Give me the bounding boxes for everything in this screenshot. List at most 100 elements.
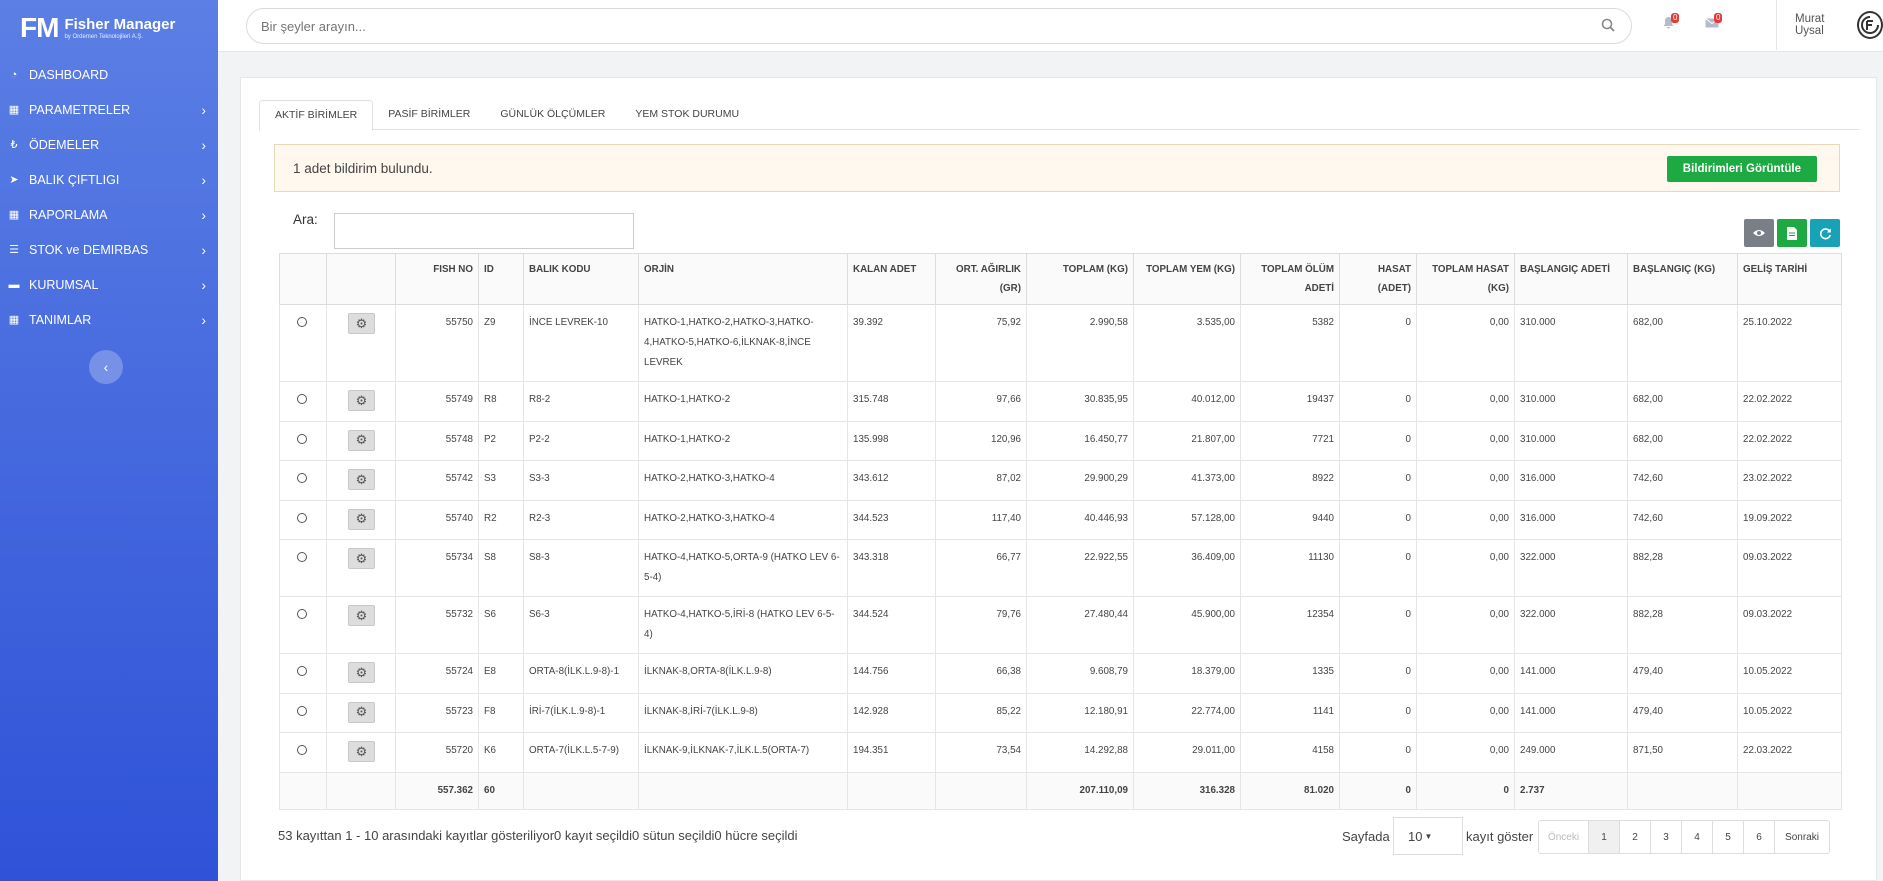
table-cell: 0,00 <box>1416 381 1515 422</box>
row-select-radio[interactable] <box>297 433 307 444</box>
sidebar-item-stok-ve-demirbas[interactable]: ☰ STOK ve DEMIRBAS › <box>0 232 218 267</box>
chevron-right-icon: › <box>201 241 206 258</box>
view-notifications-button[interactable]: Bildirimleri Görüntüle <box>1666 156 1817 182</box>
table-cell: 16.450,77 <box>1026 420 1134 461</box>
gear-icon[interactable]: ⚙ <box>348 741 375 762</box>
table-cell: 316.000 <box>1514 499 1628 540</box>
tab-2[interactable]: GÜNLÜK ÖLÇÜMLER <box>485 100 620 129</box>
column-header[interactable]: FISH NO <box>395 253 479 305</box>
gear-icon[interactable]: ⚙ <box>348 313 375 334</box>
column-header[interactable]: BALIK KODU <box>523 253 639 305</box>
table-cell: 0 <box>1339 692 1417 733</box>
gear-icon[interactable]: ⚙ <box>348 701 375 723</box>
table-cell: 343.318 <box>847 539 936 597</box>
tab-1[interactable]: PASİF BİRİMLER <box>373 100 485 129</box>
table-search-input[interactable] <box>334 213 634 249</box>
next-page-button[interactable]: Sonraki <box>1775 821 1829 853</box>
row-select-radio[interactable] <box>297 317 307 327</box>
prev-page-button[interactable]: Önceki <box>1539 821 1589 853</box>
gear-icon[interactable]: ⚙ <box>348 390 375 411</box>
column-header[interactable] <box>326 253 396 305</box>
gear-icon[interactable]: ⚙ <box>348 548 375 569</box>
column-header[interactable] <box>279 253 327 305</box>
tab-3[interactable]: YEM STOK DURUMU <box>620 100 754 129</box>
row-select-radio[interactable] <box>297 705 307 716</box>
table-cell: 9440 <box>1240 499 1340 540</box>
page-size-select[interactable]: 10 ▼ <box>1393 817 1463 855</box>
user-menu[interactable]: Murat Uysal <box>1776 0 1883 50</box>
gear-icon[interactable]: ⚙ <box>348 508 375 530</box>
actions-cell: ⚙ <box>326 692 396 733</box>
sidebar-item-ödemeler[interactable]: ₺ ÖDEMELER › <box>0 127 218 162</box>
column-header[interactable]: TOPLAM (KG) <box>1026 253 1134 305</box>
search-icon[interactable] <box>1601 18 1617 34</box>
row-select-radio[interactable] <box>297 473 307 483</box>
column-header[interactable]: HASAT (ADET) <box>1339 253 1417 305</box>
row-select-radio[interactable] <box>297 552 307 562</box>
footer-cell: 2.737 <box>1514 771 1628 810</box>
table-cell: 55740 <box>395 499 479 540</box>
gear-icon[interactable]: ⚙ <box>348 429 375 451</box>
sidebar-item-dashboard[interactable]: ◔ DASHBOARD <box>0 57 218 92</box>
gear-icon[interactable]: ⚙ <box>348 662 375 683</box>
topbar: 0 0 Murat Uysal <box>218 0 1883 52</box>
select-cell <box>279 539 327 597</box>
column-header[interactable]: KALAN ADET <box>847 253 936 305</box>
messages-button[interactable]: 0 <box>1705 13 1723 32</box>
search-input[interactable] <box>261 18 1602 34</box>
table-row[interactable]: ⚙ 55724 E8 ORTA-8(İLK.L.9-8)-1 İLKNAK-8,ORTA… <box>279 653 1842 694</box>
table-row[interactable]: ⚙ 55720 K6 ORTA-7(İLK.L.5-7-9) İLKNAK-9,İLKN… <box>279 732 1842 773</box>
table-row[interactable]: ⚙ 55723 F8 İRİ-7(İLK.L.9-8)-1 İLKNAK-8,İRİ-7… <box>279 692 1842 733</box>
gear-icon[interactable]: ⚙ <box>348 605 375 626</box>
export-excel-button[interactable] <box>1777 219 1807 247</box>
row-select-radio[interactable] <box>297 512 307 523</box>
table-cell: 316.000 <box>1514 460 1628 501</box>
sidebar-item-raporlama[interactable]: ▦ RAPORLAMA › <box>0 197 218 232</box>
column-header[interactable]: BAŞLANGIÇ (KG) <box>1627 253 1738 305</box>
table-row[interactable]: ⚙ 55742 S3 S3-3 HATKO-2,HATKO-3,HATKO-4 343.6… <box>279 460 1842 501</box>
column-visibility-button[interactable] <box>1744 219 1774 247</box>
table-row[interactable]: ⚙ 55750 Z9 İNCE LEVREK-10 HATKO-1,HATKO-2,HA… <box>279 304 1842 382</box>
column-header[interactable]: TOPLAM ÖLÜM ADETİ <box>1240 253 1340 305</box>
table-cell: 0,00 <box>1416 460 1515 501</box>
brand-logo[interactable]: FM Fisher Manager by Ördemen Teknolojile… <box>0 0 218 55</box>
table-cell: 12354 <box>1240 596 1340 654</box>
page-1-button[interactable]: 1 <box>1589 821 1620 853</box>
column-header[interactable]: TOPLAM HASAT (KG) <box>1416 253 1515 305</box>
gear-icon[interactable]: ⚙ <box>348 469 375 490</box>
notifications-button[interactable]: 0 <box>1662 13 1680 32</box>
page-6-button[interactable]: 6 <box>1744 821 1775 853</box>
table-cell: ORTA-8(İLK.L.9-8)-1 <box>523 653 639 694</box>
refresh-button[interactable] <box>1810 219 1840 247</box>
row-select-radio[interactable] <box>297 666 307 676</box>
page-4-button[interactable]: 4 <box>1682 821 1713 853</box>
column-header[interactable]: GELİŞ TARİHİ <box>1737 253 1842 305</box>
column-header[interactable]: ORJİN <box>638 253 848 305</box>
table-row[interactable]: ⚙ 55748 P2 P2-2 HATKO-1,HATKO-2 135.998 120,96… <box>279 420 1842 461</box>
row-select-radio[interactable] <box>297 394 307 404</box>
row-select-radio[interactable] <box>297 745 307 755</box>
table-row[interactable]: ⚙ 55749 R8 R8-2 HATKO-1,HATKO-2 315.748 97,66 3… <box>279 381 1842 422</box>
column-header[interactable]: ID <box>478 253 524 305</box>
sidebar-item-parametreler[interactable]: ▦ PARAMETRELER › <box>0 92 218 127</box>
row-select-radio[interactable] <box>297 609 307 619</box>
page-3-button[interactable]: 3 <box>1651 821 1682 853</box>
tab-0[interactable]: AKTİF BİRİMLER <box>259 100 374 131</box>
page-2-button[interactable]: 2 <box>1620 821 1651 853</box>
page-5-button[interactable]: 5 <box>1713 821 1744 853</box>
table-row[interactable]: ⚙ 55734 S8 S8-3 HATKO-4,HATKO-5,ORTA-9 (HATK… <box>279 539 1842 597</box>
table-row[interactable]: ⚙ 55732 S6 S6-3 HATKO-4,HATKO-5,İRİ-8 (HATKO… <box>279 596 1842 654</box>
column-header[interactable]: TOPLAM YEM (KG) <box>1133 253 1241 305</box>
eye-icon <box>1753 230 1765 236</box>
table-row[interactable]: ⚙ 55740 R2 R2-3 HATKO-2,HATKO-3,HATKO-4 344.5… <box>279 499 1842 540</box>
sidebar-item-tanimlar[interactable]: ▦ TANIMLAR › <box>0 302 218 337</box>
file-icon <box>1787 226 1797 240</box>
table-cell: 0,00 <box>1416 420 1515 461</box>
sidebar-item-balik-çiftligi[interactable]: ➤ BALIK ÇIFTLIGI › <box>0 162 218 197</box>
table-cell: E8 <box>478 653 524 694</box>
column-header[interactable]: BAŞLANGIÇ ADETİ <box>1514 253 1628 305</box>
sidebar-collapse-button[interactable]: ‹ <box>89 350 123 384</box>
footer-cell <box>935 771 1027 810</box>
sidebar-item-kurumsal[interactable]: ▬ KURUMSAL › <box>0 267 218 302</box>
column-header[interactable]: ORT. AĞIRLIK (GR) <box>935 253 1027 305</box>
